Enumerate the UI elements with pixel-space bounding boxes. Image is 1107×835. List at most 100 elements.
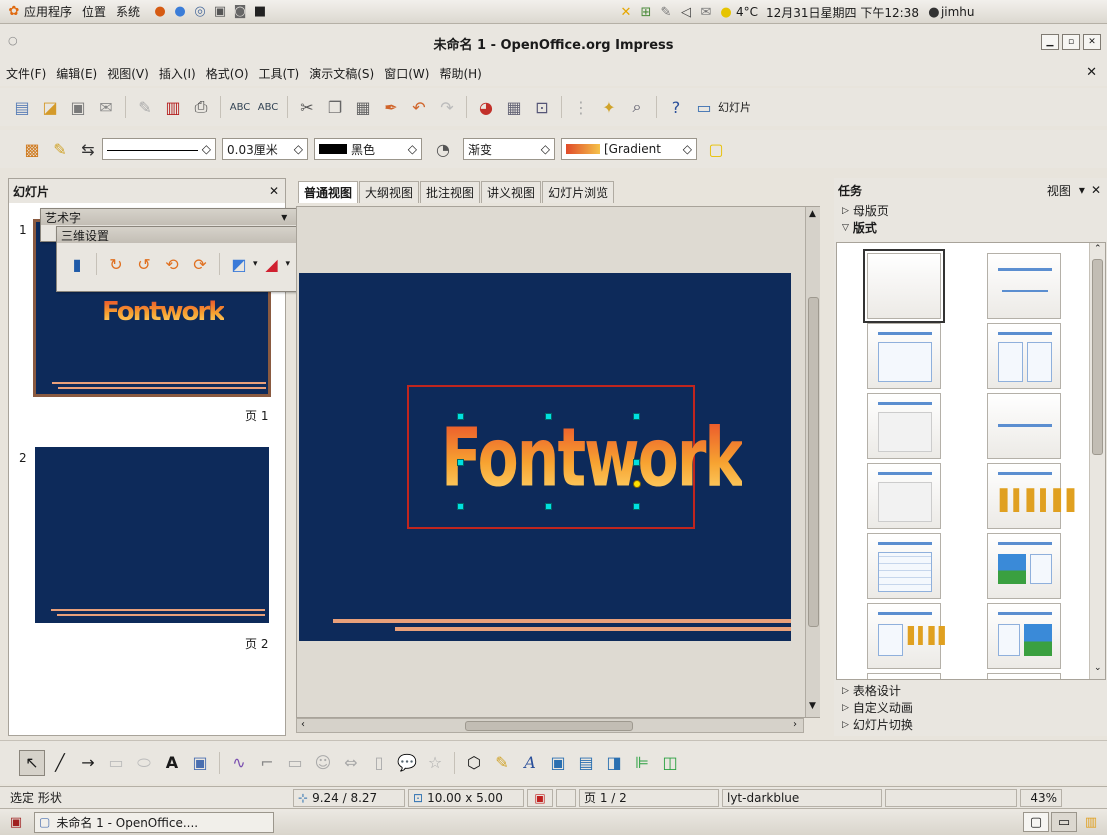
layout-blank[interactable]: [863, 249, 945, 323]
menu-slideshow[interactable]: 演示文稿(S): [309, 65, 374, 82]
export-pdf-icon[interactable]: ▥: [160, 94, 186, 120]
paste-icon[interactable]: ▦: [350, 94, 376, 120]
tab-notes-view[interactable]: 批注视图: [420, 181, 481, 203]
ellipse-icon[interactable]: ⬭: [131, 750, 157, 776]
username[interactable]: jimhu: [941, 5, 975, 19]
slide-canvas[interactable]: Fontwork ▲ ▼: [296, 206, 820, 718]
menu-places[interactable]: 位置: [82, 3, 106, 20]
layout-title-table[interactable]: [867, 533, 941, 599]
terminal-icon[interactable]: ▣: [210, 2, 230, 22]
edit-file-icon[interactable]: ✎: [132, 94, 158, 120]
layout-title-subtitle[interactable]: [867, 393, 941, 459]
update-icon[interactable]: ✕: [616, 2, 636, 22]
network-icon[interactable]: ⊞: [636, 2, 656, 22]
gnome-foot-icon[interactable]: ✿: [4, 2, 24, 22]
close-task-pane-icon[interactable]: ✕: [1091, 183, 1101, 197]
callouts-icon[interactable]: 💬: [394, 750, 420, 776]
weather-temp[interactable]: 4°C: [736, 5, 758, 19]
glue-points-icon[interactable]: ✎: [489, 750, 515, 776]
layout-title-image-text[interactable]: [987, 533, 1061, 599]
zoom-field[interactable]: 43%: [1020, 788, 1062, 807]
fontwork-object[interactable]: Fontwork: [407, 385, 744, 529]
clock[interactable]: 12月31日星期四 下午12:38: [766, 4, 919, 21]
direction-icon[interactable]: ◢: [259, 251, 285, 277]
format-paintbrush-icon[interactable]: ✒: [378, 94, 404, 120]
undo-icon[interactable]: ↶: [406, 94, 432, 120]
copy-icon[interactable]: ❐: [322, 94, 348, 120]
mail-icon[interactable]: ✉: [696, 2, 716, 22]
layout-text-chart[interactable]: ▌▍▌▌: [867, 603, 951, 669]
slide-thumbnail-2[interactable]: [35, 447, 269, 623]
layouts-scrollbar[interactable]: ⌃ ⌄: [1089, 243, 1105, 679]
volume-icon[interactable]: ◁: [676, 2, 696, 22]
block-arrows-icon[interactable]: ⇔: [338, 750, 364, 776]
hscroll-thumb[interactable]: [465, 721, 633, 731]
layout-title-object[interactable]: [867, 463, 941, 529]
open-folder-icon[interactable]: ◪: [37, 94, 63, 120]
menu-help[interactable]: 帮助(H): [439, 65, 481, 82]
console-icon[interactable]: ■: [250, 2, 270, 22]
menu-edit[interactable]: 编辑(E): [56, 65, 97, 82]
menu-insert[interactable]: 插入(I): [159, 65, 196, 82]
main-slide[interactable]: Fontwork: [299, 273, 791, 641]
section-custom-animation[interactable]: ▷ 自定义动画: [834, 699, 1107, 716]
arrow-line-icon[interactable]: →: [75, 750, 101, 776]
tilt-down-icon[interactable]: ↻: [103, 251, 129, 277]
menu-applications[interactable]: 应用程序: [24, 3, 72, 20]
section-master-pages[interactable]: ▷ 母版页: [834, 202, 1107, 219]
slide-icon[interactable]: ▭: [691, 94, 717, 120]
menu-file[interactable]: 文件(F): [6, 65, 46, 82]
arrange-icon[interactable]: ◫: [657, 750, 683, 776]
from-file-icon[interactable]: ▣: [545, 750, 571, 776]
menu-system[interactable]: 系统: [116, 3, 140, 20]
menu-tools[interactable]: 工具(T): [259, 65, 300, 82]
maximize-button[interactable]: ▫: [1062, 34, 1080, 50]
line-color-select[interactable]: 黑色 ◇: [314, 138, 422, 160]
document-modified-icon[interactable]: ▣: [527, 788, 553, 807]
show-desktop-icon[interactable]: ▣: [6, 812, 26, 832]
grid-icon[interactable]: ⋮: [568, 94, 594, 120]
area-style-select[interactable]: 渐变 ◇: [463, 138, 555, 160]
tilt-up-icon[interactable]: ↺: [131, 251, 157, 277]
task-pane-view-dropdown-icon[interactable]: ▾: [1079, 183, 1085, 197]
layout-title-content[interactable]: [867, 323, 941, 389]
curve-icon[interactable]: ∿: [226, 750, 252, 776]
layout-partial-1[interactable]: [867, 673, 941, 679]
chart-icon[interactable]: ◕: [473, 94, 499, 120]
fontwork-toolbar-titlebar[interactable]: 艺术字 ▾ ✕: [41, 209, 309, 225]
basic-shapes-icon[interactable]: ▭: [282, 750, 308, 776]
table-icon[interactable]: ▦: [501, 94, 527, 120]
extrusion-onoff-icon[interactable]: ◨: [601, 750, 627, 776]
connector-icon[interactable]: ⌐: [254, 750, 280, 776]
flowchart-icon[interactable]: ▯: [366, 750, 392, 776]
section-layouts[interactable]: ▽ 版式: [834, 219, 1107, 236]
trash-icon[interactable]: ▥: [1081, 812, 1101, 832]
minimize-button[interactable]: ▁: [1041, 34, 1059, 50]
workspace-2-icon[interactable]: ▭: [1051, 812, 1077, 832]
extrusion-toggle-icon[interactable]: ▮: [64, 251, 90, 277]
line-style-select[interactable]: ◇: [102, 138, 216, 160]
fontwork-gallery-icon[interactable]: A: [517, 750, 543, 776]
taskbar-window-button[interactable]: ▢ 未命名 1 - OpenOffice....: [34, 811, 274, 833]
layout-text-image[interactable]: [987, 603, 1061, 669]
edit-icon[interactable]: ✎: [656, 2, 676, 22]
close-slides-pane-icon[interactable]: ✕: [269, 184, 279, 198]
zoom-icon[interactable]: ⌕: [624, 94, 650, 120]
display-grid-icon[interactable]: ⊡: [529, 94, 555, 120]
layout-centered-text[interactable]: [987, 393, 1061, 459]
arrow-style-icon[interactable]: ⇆: [75, 136, 101, 162]
rectangle-icon[interactable]: ▭: [103, 750, 129, 776]
shadow-icon[interactable]: ▢: [703, 136, 729, 162]
tilt-left-icon[interactable]: ⟲: [159, 251, 185, 277]
tilt-right-icon[interactable]: ⟳: [187, 251, 213, 277]
line-icon[interactable]: ✎: [47, 136, 73, 162]
close-window-button[interactable]: ✕: [1083, 34, 1101, 50]
stars-icon[interactable]: ☆: [422, 750, 448, 776]
line-width-input[interactable]: 0.03厘米 ◇: [222, 138, 308, 160]
text-tool-icon[interactable]: A: [159, 750, 185, 776]
close-document-icon[interactable]: ✕: [1086, 65, 1097, 80]
task-pane-view-menu[interactable]: 视图: [1047, 182, 1071, 199]
firefox-icon[interactable]: ●: [150, 2, 170, 22]
align-icon[interactable]: ⊫: [629, 750, 655, 776]
editor-hscrollbar[interactable]: ‹ ›: [296, 718, 804, 733]
